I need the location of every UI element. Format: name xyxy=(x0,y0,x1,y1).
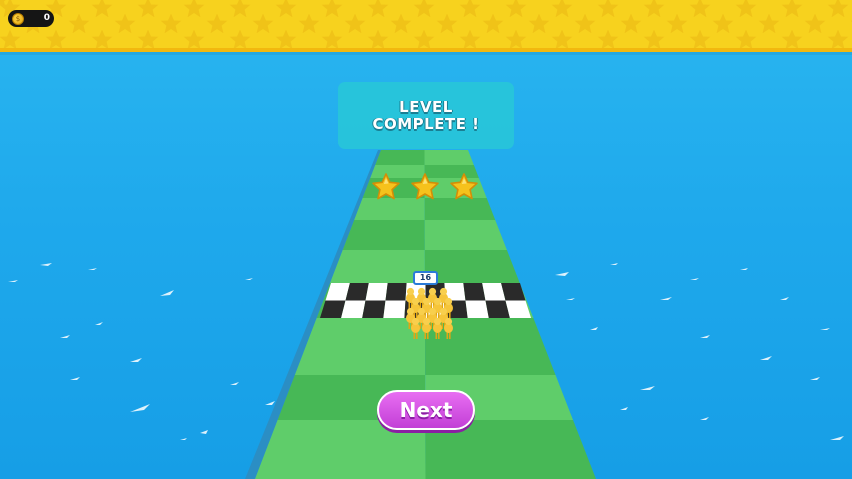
crowd-count-badge: 16 xyxy=(413,271,438,285)
star-rating xyxy=(371,172,481,202)
next-button[interactable]: Next xyxy=(377,390,475,430)
star-filled-icon xyxy=(372,173,400,200)
coin-counter: $ 0 xyxy=(8,10,54,27)
crowd-of-runners xyxy=(406,287,453,339)
star-filled-icon xyxy=(411,173,439,200)
level-complete-panel: LEVEL COMPLETE ! xyxy=(338,82,514,149)
finish-line-tile xyxy=(365,283,388,301)
coin-count: 0 xyxy=(43,13,50,23)
runner xyxy=(433,317,442,339)
banner-star-pattern xyxy=(0,0,852,48)
runner xyxy=(422,317,431,339)
track-tile xyxy=(424,150,474,165)
finish-line-tile xyxy=(362,300,386,318)
track-tile xyxy=(342,220,425,250)
level-complete-title-line1: LEVEL xyxy=(399,97,453,116)
level-complete-title-line2: COMPLETE ! xyxy=(372,114,480,133)
game-scene: $ 0 LEVEL COMPLETE ! 16 Next xyxy=(0,0,852,479)
star-filled-icon xyxy=(450,173,478,200)
top-banner: $ 0 xyxy=(0,0,852,52)
track-tile xyxy=(330,250,425,283)
track-tile xyxy=(424,250,520,283)
track-tile xyxy=(424,220,507,250)
runner xyxy=(444,317,453,339)
finish-line-tile xyxy=(465,300,489,318)
track-tile xyxy=(375,150,425,165)
finish-line-tile xyxy=(463,283,486,301)
runner xyxy=(411,317,420,339)
next-button-label: Next xyxy=(399,398,453,422)
coin-icon: $ xyxy=(12,12,24,25)
